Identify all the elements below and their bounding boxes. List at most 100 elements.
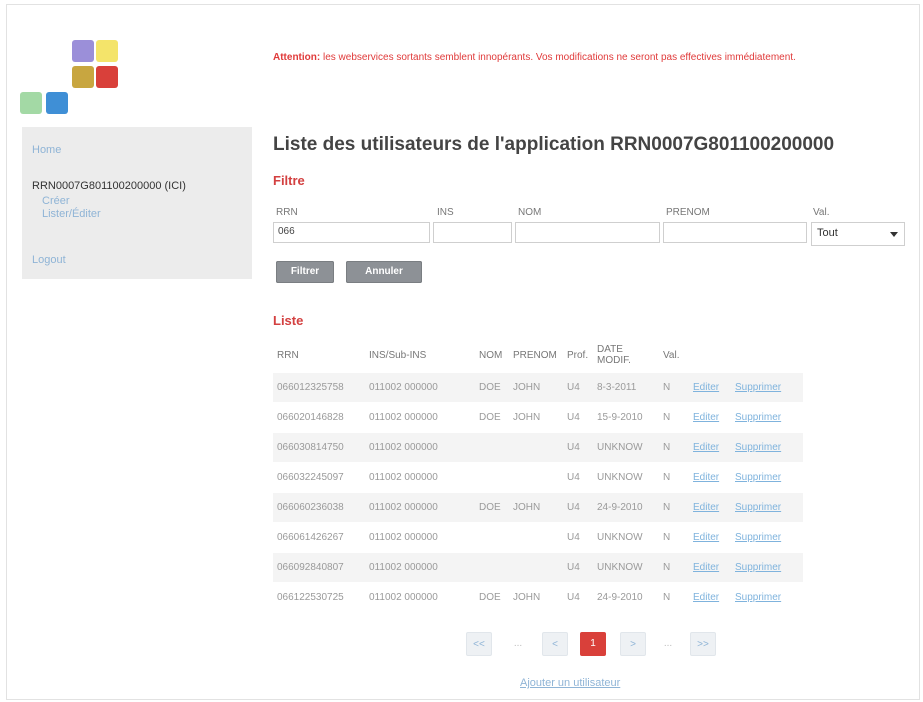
filter-button[interactable]: Filtrer [276, 261, 334, 283]
pager-first[interactable]: << [466, 632, 492, 656]
edit-link[interactable]: Editer [689, 552, 731, 583]
cell-date: UNKNOW [593, 432, 659, 463]
cell-prenom: JOHN [509, 372, 563, 403]
pager-prev[interactable]: < [542, 632, 568, 656]
cell-rrn: 066030814750 [273, 432, 365, 463]
header-nom: NOM [479, 349, 503, 361]
cell-ins: 011002 000000 [365, 462, 475, 493]
cell-date: UNKNOW [593, 522, 659, 553]
logo-square [72, 66, 94, 88]
cell-prof: U4 [563, 492, 593, 523]
filter-section-title: Filtre [273, 173, 305, 188]
delete-link[interactable]: Supprimer [731, 552, 803, 583]
cell-nom: DOE [475, 492, 509, 523]
edit-link[interactable]: Editer [689, 432, 731, 463]
cell-val: N [659, 552, 689, 583]
cell-prof: U4 [563, 582, 593, 612]
cell-rrn: 066060236038 [273, 492, 365, 523]
cancel-button[interactable]: Annuler [346, 261, 422, 283]
cell-rrn: 066020146828 [273, 402, 365, 433]
sidebar-item-create[interactable]: Créer [42, 195, 70, 207]
logo-square [46, 92, 68, 114]
cell-prof: U4 [563, 372, 593, 403]
cell-rrn: 066092840807 [273, 552, 365, 583]
cell-nom [475, 462, 509, 493]
prenom-label: PRENOM [666, 207, 710, 218]
cell-val: N [659, 582, 689, 612]
cell-rrn: 066061426267 [273, 522, 365, 553]
cell-prenom [509, 462, 563, 493]
cell-val: N [659, 492, 689, 523]
cell-prof: U4 [563, 552, 593, 583]
cell-date: UNKNOW [593, 462, 659, 493]
logo-square [96, 66, 118, 88]
add-user-link[interactable]: Ajouter un utilisateur [520, 677, 620, 689]
cell-nom: DOE [475, 582, 509, 612]
cell-val: N [659, 462, 689, 493]
header-prenom: PRENOM [513, 349, 557, 361]
cell-nom: DOE [475, 372, 509, 403]
cell-ins: 011002 000000 [365, 432, 475, 463]
cell-ins: 011002 000000 [365, 492, 475, 523]
prenom-input[interactable] [663, 222, 807, 243]
sidebar-app-name: RRN0007G801100200000 (ICI) [32, 180, 186, 192]
ins-label: INS [437, 207, 454, 218]
cell-ins: 011002 000000 [365, 522, 475, 553]
table-row: 066060236038 011002 000000 DOE JOHN U4 24-9-2… [273, 492, 803, 523]
header-ins: INS/Sub-INS [369, 349, 427, 361]
cell-date: 24-9-2010 [593, 582, 659, 612]
warning-message: Attention: les webservices sortants semb… [273, 52, 893, 64]
val-select[interactable]: Tout [811, 222, 905, 246]
delete-link[interactable]: Supprimer [731, 402, 803, 433]
cell-rrn: 066012325758 [273, 372, 365, 403]
sidebar-item-list-edit[interactable]: Lister/Éditer [42, 208, 101, 220]
cell-nom [475, 522, 509, 553]
cell-prof: U4 [563, 522, 593, 553]
list-section-title: Liste [273, 313, 304, 328]
cell-ins: 011002 000000 [365, 372, 475, 403]
users-table: RRN INS/Sub-INS NOM PRENOM Prof. DATE MO… [273, 338, 803, 612]
nom-label: NOM [518, 207, 542, 218]
cell-val: N [659, 402, 689, 433]
cell-date: UNKNOW [593, 552, 659, 583]
table-row: 066012325758 011002 000000 DOE JOHN U4 8-3-20… [273, 372, 803, 403]
cell-nom [475, 432, 509, 463]
edit-link[interactable]: Editer [689, 582, 731, 612]
cell-val: N [659, 372, 689, 403]
delete-link[interactable]: Supprimer [731, 432, 803, 463]
sidebar-item-home[interactable]: Home [32, 144, 61, 156]
header-date: DATE MODIF. [597, 344, 631, 366]
pager-next[interactable]: > [620, 632, 646, 656]
cell-prof: U4 [563, 432, 593, 463]
edit-link[interactable]: Editer [689, 372, 731, 403]
rrn-input[interactable]: 066 [273, 222, 430, 243]
table-row: 066092840807 011002 000000 U4 UNKNOW N Editer… [273, 552, 803, 583]
cell-nom: DOE [475, 402, 509, 433]
edit-link[interactable]: Editer [689, 522, 731, 553]
edit-link[interactable]: Editer [689, 462, 731, 493]
nom-input[interactable] [515, 222, 660, 243]
sidebar-item-logout[interactable]: Logout [32, 254, 66, 266]
delete-link[interactable]: Supprimer [731, 522, 803, 553]
pager-current[interactable]: 1 [580, 632, 606, 656]
cell-rrn: 066122530725 [273, 582, 365, 612]
delete-link[interactable]: Supprimer [731, 462, 803, 493]
cell-rrn: 066032245097 [273, 462, 365, 493]
table-row: 066030814750 011002 000000 U4 UNKNOW N Editer… [273, 432, 803, 463]
header-rrn: RRN [277, 349, 299, 361]
delete-link[interactable]: Supprimer [731, 492, 803, 523]
cell-ins: 011002 000000 [365, 552, 475, 583]
pager-dots: ... [513, 638, 523, 649]
page-title: Liste des utilisateurs de l'application … [273, 134, 835, 155]
table-body: 066012325758 011002 000000 DOE JOHN U4 8-3-20… [273, 372, 803, 612]
delete-link[interactable]: Supprimer [731, 372, 803, 403]
pager-last[interactable]: >> [690, 632, 716, 656]
sidebar: Home RRN0007G801100200000 (ICI) Créer Li… [22, 127, 252, 279]
chevron-down-icon [890, 232, 898, 237]
edit-link[interactable]: Editer [689, 492, 731, 523]
edit-link[interactable]: Editer [689, 402, 731, 433]
cell-date: 24-9-2010 [593, 492, 659, 523]
delete-link[interactable]: Supprimer [731, 582, 803, 612]
header-prof: Prof. [567, 349, 589, 361]
ins-input[interactable] [433, 222, 512, 243]
